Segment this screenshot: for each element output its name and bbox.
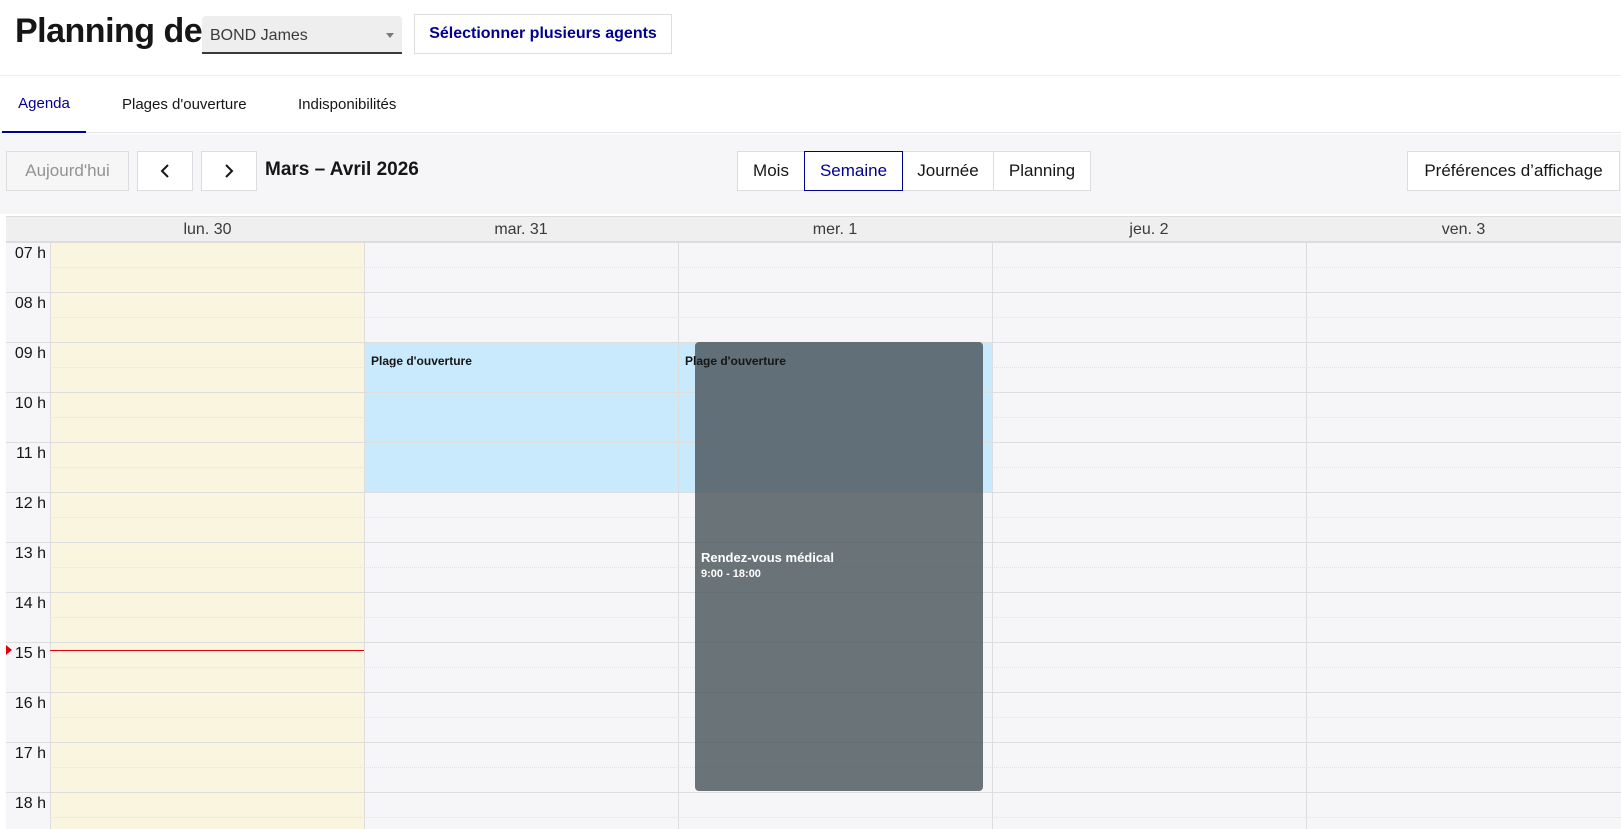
view-month-button[interactable]: Mois xyxy=(737,151,805,191)
chevron-right-icon xyxy=(225,164,234,178)
view-day-button[interactable]: Journée xyxy=(902,151,994,191)
day-header: jeu. 2 xyxy=(1129,221,1169,238)
tab-plages-ouverture[interactable]: Plages d'ouverture xyxy=(122,76,247,133)
half-hour-gridline xyxy=(50,267,1621,268)
week-calendar: lun. 30 mar. 31 mer. 1 jeu. 2 ven. 3 Pla… xyxy=(6,216,1621,829)
time-label: 16 h xyxy=(14,695,46,712)
select-multiple-agents-button[interactable]: Sélectionner plusieurs agents xyxy=(414,14,672,54)
day-column-divider xyxy=(992,242,993,829)
half-hour-gridline xyxy=(50,817,1621,818)
appointment-title: Rendez-vous médical xyxy=(701,550,834,565)
time-label: 12 h xyxy=(14,495,46,512)
time-label: 15 h xyxy=(14,645,46,662)
calendar-header-row: lun. 30 mar. 31 mer. 1 jeu. 2 ven. 3 xyxy=(6,216,1621,242)
day-column-divider xyxy=(1306,242,1307,829)
time-label: 09 h xyxy=(14,345,46,362)
opening-slot-label: Plage d'ouverture xyxy=(371,354,472,368)
appointment-time: 9:00 - 18:00 xyxy=(701,568,761,580)
time-label: 08 h xyxy=(14,295,46,312)
agent-select-value: BOND James xyxy=(210,27,308,44)
current-time-line xyxy=(50,650,364,651)
view-week-button[interactable]: Semaine xyxy=(804,151,903,191)
time-label: 10 h xyxy=(14,395,46,412)
page-title: Planning de xyxy=(15,12,203,50)
display-preferences-button[interactable]: Préférences d’affichage xyxy=(1407,151,1620,191)
hour-gridline xyxy=(6,242,1621,243)
caret-down-icon xyxy=(386,33,394,38)
time-label: 14 h xyxy=(14,595,46,612)
appointment-event[interactable]: Rendez-vous médical 9:00 - 18:00 xyxy=(695,342,983,791)
time-label: 11 h xyxy=(16,445,46,462)
day-column-divider xyxy=(678,242,679,829)
hour-gridline xyxy=(6,292,1621,293)
view-planning-button[interactable]: Planning xyxy=(993,151,1091,191)
today-button[interactable]: Aujourd'hui xyxy=(6,151,129,191)
page-header: Planning de BOND James Sélectionner plus… xyxy=(0,0,1621,76)
day-column-divider xyxy=(364,242,365,829)
date-range-title: Mars – Avril 2026 xyxy=(265,159,419,180)
day-column-divider xyxy=(50,242,51,829)
prev-button[interactable] xyxy=(137,151,193,191)
opening-slot-label: Plage d'ouverture xyxy=(685,354,786,368)
today-column xyxy=(51,242,364,829)
half-hour-gridline xyxy=(50,317,1621,318)
tab-agenda[interactable]: Agenda xyxy=(2,76,86,133)
calendar-body: Plage d'ouverture Rendez-vous médical 9:… xyxy=(6,242,1621,829)
agent-select[interactable]: BOND James xyxy=(202,16,402,54)
day-header: lun. 30 xyxy=(183,221,232,238)
chevron-left-icon xyxy=(160,164,169,178)
day-header: mar. 31 xyxy=(494,221,548,238)
time-label: 17 h xyxy=(14,745,46,762)
hour-gridline xyxy=(6,792,1621,793)
time-label: 13 h xyxy=(14,545,46,562)
time-label: 18 h xyxy=(14,795,46,812)
next-button[interactable] xyxy=(201,151,257,191)
tab-indisponibilites[interactable]: Indisponibilités xyxy=(298,76,396,133)
tab-bar: Agenda Plages d'ouverture Indisponibilit… xyxy=(0,76,1621,133)
day-header: ven. 3 xyxy=(1441,221,1486,238)
time-label: 07 h xyxy=(14,245,46,262)
day-header: mer. 1 xyxy=(812,221,858,238)
